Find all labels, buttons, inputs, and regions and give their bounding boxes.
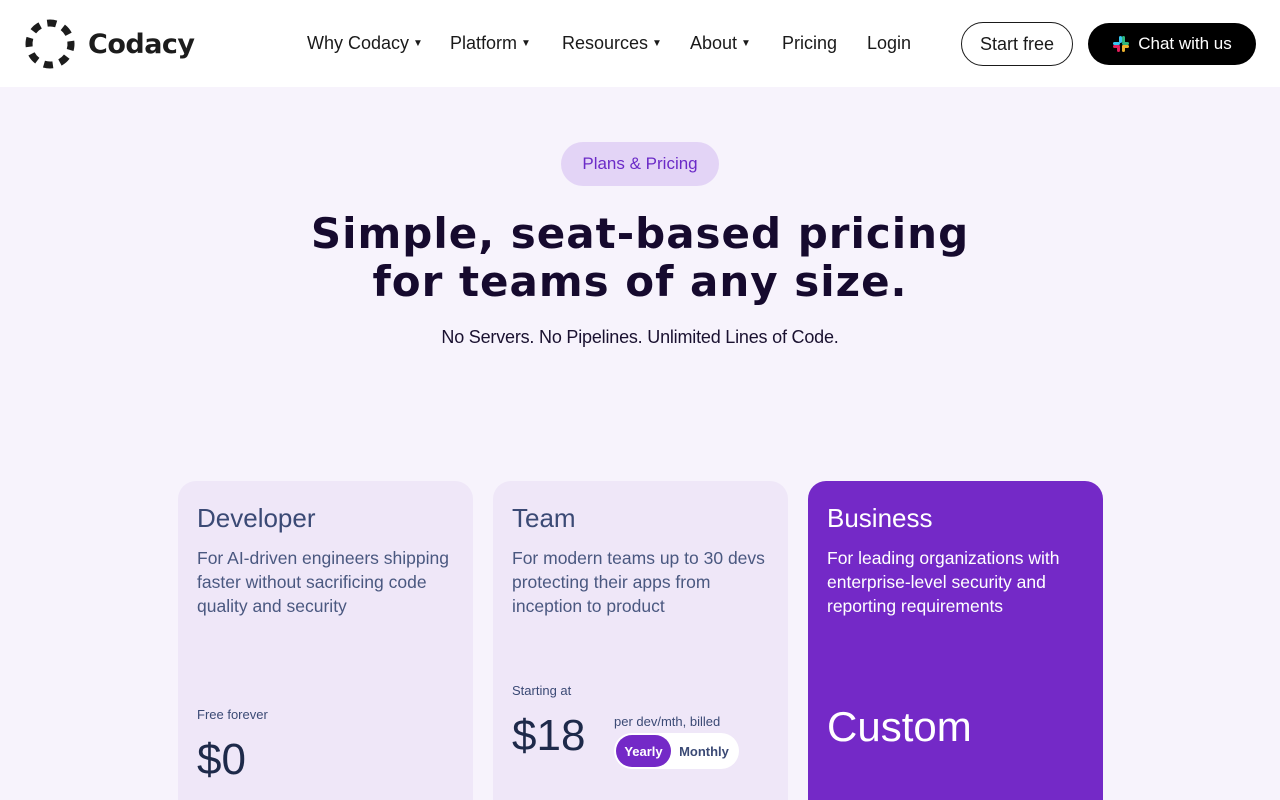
plan-price: Custom bbox=[827, 703, 972, 750]
codacy-logo-icon bbox=[25, 19, 75, 69]
site-header: Codacy Why Codacy ▼ Platform ▼ Resources… bbox=[0, 0, 1280, 87]
plan-price: $0 bbox=[197, 735, 246, 784]
nav-about[interactable]: About ▼ bbox=[690, 33, 751, 54]
caret-down-icon: ▼ bbox=[413, 38, 423, 49]
plan-title: Developer bbox=[197, 503, 316, 533]
chat-with-us-button[interactable]: Chat with us bbox=[1088, 23, 1256, 65]
plan-card-developer: Developer For AI-driven engineers shippi… bbox=[178, 481, 473, 800]
price-label: Starting at bbox=[512, 683, 572, 698]
price-label: Free forever bbox=[197, 707, 268, 722]
chat-button-label: Chat with us bbox=[1138, 34, 1232, 53]
slack-icon bbox=[1113, 36, 1130, 52]
billing-monthly-option[interactable]: Monthly bbox=[671, 735, 737, 767]
billing-period-toggle[interactable]: Yearly Monthly bbox=[614, 733, 739, 769]
billing-yearly-option[interactable]: Yearly bbox=[616, 735, 671, 767]
caret-down-icon: ▼ bbox=[741, 38, 751, 49]
plan-description: For leading organizations with enterpris… bbox=[827, 548, 1060, 616]
headline-line-1: Simple, seat-based pricing bbox=[310, 209, 970, 258]
nav-why-codacy[interactable]: Why Codacy ▼ bbox=[307, 33, 423, 54]
caret-down-icon: ▼ bbox=[652, 38, 662, 49]
nav-label: Resources bbox=[562, 33, 649, 53]
plan-card-business: Business For leading organizations with … bbox=[808, 481, 1103, 800]
nav-label: About bbox=[690, 33, 738, 53]
nav-label: Pricing bbox=[782, 33, 838, 53]
logo-text: Codacy bbox=[88, 28, 195, 60]
billing-note: per dev/mth, billed bbox=[614, 714, 721, 729]
nav-pricing[interactable]: Pricing bbox=[782, 33, 837, 54]
start-free-button[interactable]: Start free bbox=[961, 22, 1073, 66]
headline-line-2: for teams of any size. bbox=[372, 257, 908, 306]
nav-label: Platform bbox=[450, 33, 518, 53]
nav-label: Why Codacy bbox=[307, 33, 410, 53]
page-subtitle: No Servers. No Pipelines. Unlimited Line… bbox=[441, 327, 839, 347]
plan-card-team: Team For modern teams up to 30 devs prot… bbox=[493, 481, 788, 800]
page-title: Simple, seat-based pricing for teams of … bbox=[240, 210, 1040, 306]
plan-title: Team bbox=[512, 503, 576, 533]
plan-title: Business bbox=[827, 503, 933, 533]
nav-resources[interactable]: Resources ▼ bbox=[562, 33, 662, 54]
plan-price: $18 bbox=[512, 711, 586, 760]
nav-login[interactable]: Login bbox=[867, 33, 911, 54]
plan-description: For modern teams up to 30 devs protectin… bbox=[512, 548, 765, 616]
codacy-logo[interactable]: Codacy bbox=[24, 18, 195, 70]
plans-pricing-badge: Plans & Pricing bbox=[561, 142, 719, 186]
nav-platform[interactable]: Platform ▼ bbox=[450, 33, 531, 54]
nav-label: Login bbox=[867, 33, 912, 53]
caret-down-icon: ▼ bbox=[521, 38, 531, 49]
plan-description: For AI-driven engineers shipping faster … bbox=[197, 548, 449, 616]
